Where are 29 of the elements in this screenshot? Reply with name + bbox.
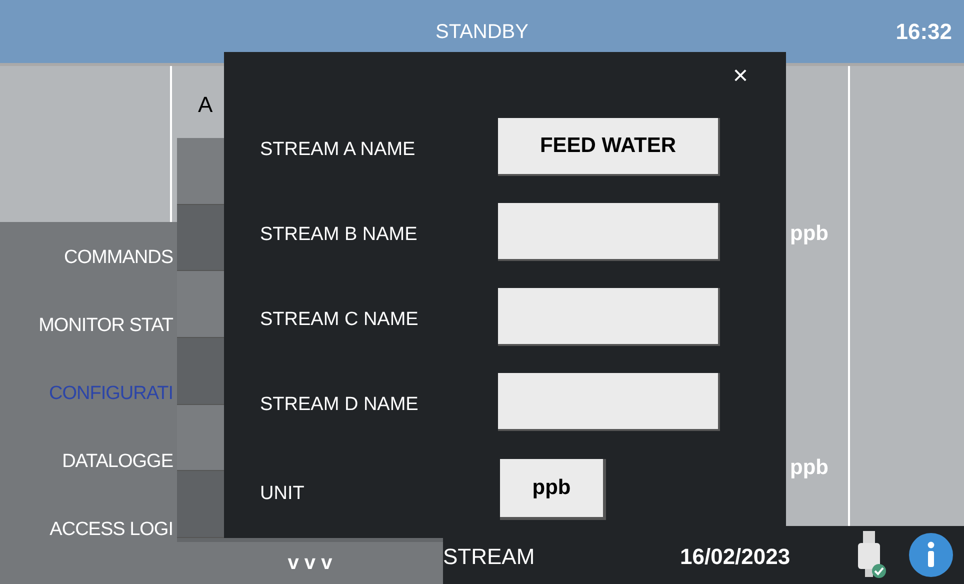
- field-label: STREAM D NAME: [260, 393, 418, 417]
- unit-label: ppb: [790, 221, 828, 247]
- menu-tile: [177, 204, 225, 272]
- field-label: UNIT: [260, 482, 304, 506]
- menu-item[interactable]: DATALOGGE: [62, 448, 173, 476]
- info-icon[interactable]: [909, 533, 953, 577]
- field-label: STREAM B NAME: [260, 223, 418, 247]
- unit-button[interactable]: ppb: [500, 459, 606, 520]
- text-field[interactable]: [498, 373, 720, 431]
- usb-drive-icon[interactable]: [858, 531, 886, 581]
- unit-label: ppb: [790, 455, 828, 481]
- menu-item[interactable]: COMMANDS: [64, 244, 173, 272]
- menu-tile: [177, 338, 225, 405]
- date-text: 16/02/2023: [680, 543, 790, 571]
- menu-tile: [177, 138, 225, 205]
- text-field[interactable]: [498, 203, 720, 261]
- screen-title: STANDBY: [436, 20, 528, 44]
- menu-item[interactable]: ACCESS LOGI: [50, 516, 173, 544]
- text-field[interactable]: [498, 288, 720, 346]
- clock-time: 16:32: [896, 18, 952, 46]
- field-label: STREAM A NAME: [260, 138, 416, 162]
- menu-tile: [177, 471, 225, 538]
- field-label: STREAM C NAME: [260, 308, 418, 332]
- text-field[interactable]: FEED WATER: [498, 118, 720, 176]
- menu-item[interactable]: MONITOR STAT: [38, 312, 173, 340]
- stream-text: STREAM: [443, 543, 535, 571]
- close-button[interactable]: ×: [732, 62, 748, 88]
- stream-label: A: [198, 91, 213, 119]
- scroll-down-button[interactable]: v v v: [177, 538, 443, 584]
